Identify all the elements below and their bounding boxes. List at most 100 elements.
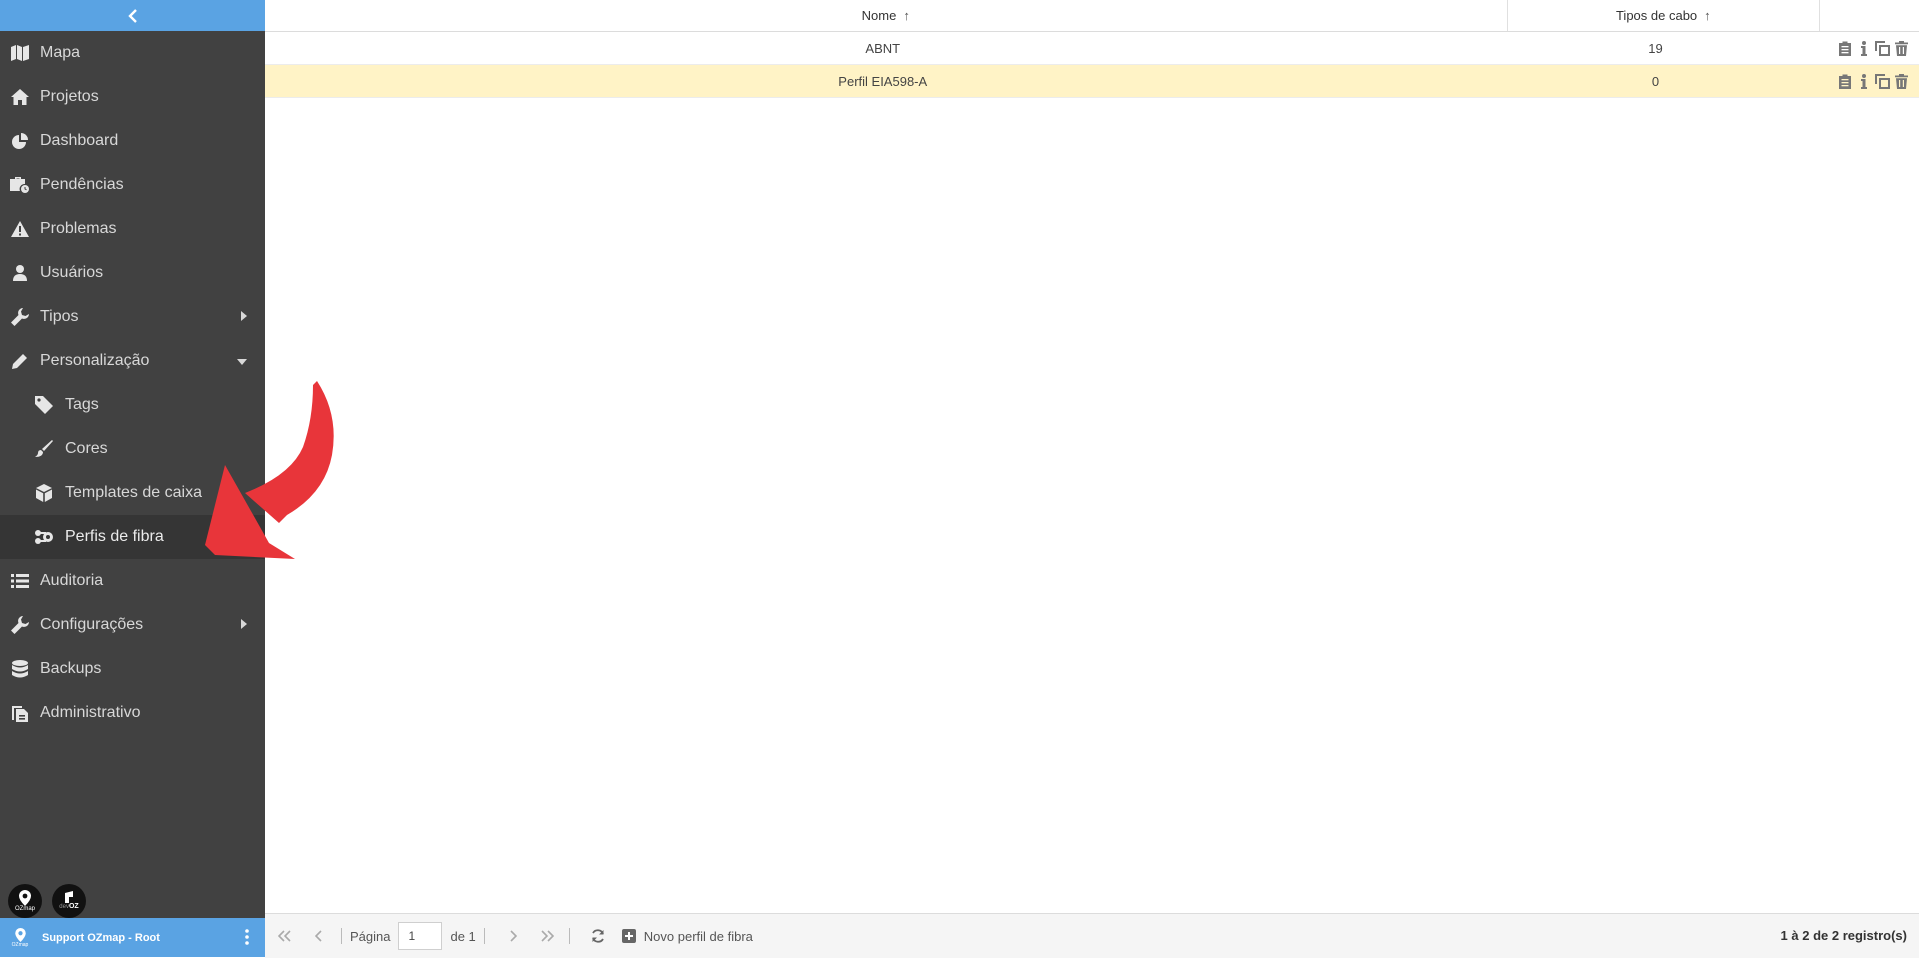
sidebar-item-projetos[interactable]: Projetos bbox=[0, 75, 265, 119]
separator bbox=[483, 928, 485, 944]
home-icon bbox=[9, 87, 31, 107]
chevron-left-icon bbox=[315, 930, 322, 942]
sidebar-item-administrativo[interactable]: Administrativo bbox=[0, 691, 265, 735]
wrench-icon bbox=[9, 615, 31, 635]
pencil-icon bbox=[9, 351, 31, 371]
sidebar-item-pendencias[interactable]: Pendências bbox=[0, 163, 265, 207]
main-content: Nome ↑ Tipos de cabo ↑ ABNT 19 Perfil EI… bbox=[265, 0, 1919, 957]
sidebar-item-label: Pendências bbox=[40, 176, 124, 193]
info-icon[interactable] bbox=[1856, 73, 1871, 89]
cell-tipos-de-cabo: 19 bbox=[1648, 40, 1663, 56]
trash-icon[interactable] bbox=[1894, 73, 1909, 89]
sidebar-item-tags[interactable]: Tags bbox=[0, 383, 265, 427]
devoz-logo[interactable]: devOZ bbox=[52, 884, 86, 918]
column-header-actions bbox=[1820, 0, 1919, 31]
sidebar-item-label: Templates de caixa bbox=[65, 484, 202, 501]
page-number-input[interactable] bbox=[398, 922, 443, 950]
double-chevron-left-icon bbox=[278, 930, 291, 942]
briefcase-clock-icon bbox=[9, 175, 31, 195]
copy-icon[interactable] bbox=[1875, 40, 1890, 56]
caret-right-icon bbox=[241, 308, 247, 326]
column-header-label: Nome bbox=[861, 8, 897, 23]
map-icon bbox=[9, 43, 31, 63]
chevron-left-icon bbox=[127, 8, 137, 23]
sidebar-item-label: Auditoria bbox=[40, 572, 104, 589]
sidebar-item-personalizacao[interactable]: Personalização bbox=[0, 339, 265, 383]
table-row[interactable]: ABNT 19 bbox=[265, 32, 1919, 65]
separator bbox=[568, 928, 570, 944]
collapse-sidebar-button[interactable] bbox=[0, 0, 265, 31]
sidebar-item-configuracoes[interactable]: Configurações bbox=[0, 603, 265, 647]
sidebar-item-mapa[interactable]: Mapa bbox=[0, 31, 265, 75]
last-page-button[interactable] bbox=[533, 922, 561, 950]
sidebar-item-label: Mapa bbox=[40, 44, 81, 61]
double-chevron-right-icon bbox=[541, 930, 554, 942]
sidebar-item-label: Cores bbox=[65, 440, 108, 457]
first-page-button[interactable] bbox=[271, 922, 299, 950]
user-name: Support OZmap - Root bbox=[42, 931, 160, 944]
sidebar-item-backups[interactable]: Backups bbox=[0, 647, 265, 691]
sidebar-item-label: Usuários bbox=[40, 264, 104, 281]
logos: OZmap devOZ bbox=[8, 884, 86, 918]
sort-asc-icon: ↑ bbox=[1704, 8, 1711, 23]
column-header-nome[interactable]: Nome ↑ bbox=[265, 0, 1508, 31]
tag-icon bbox=[33, 395, 55, 415]
row-actions bbox=[1811, 65, 1919, 97]
sidebar-menu: Mapa Projetos Dashboard Pendências Probl… bbox=[0, 31, 265, 735]
devoz-logo-text: devOZ bbox=[59, 903, 79, 910]
clipboard-icon bbox=[9, 703, 31, 723]
sidebar-item-auditoria[interactable]: Auditoria bbox=[0, 559, 265, 603]
pie-chart-icon bbox=[9, 131, 31, 151]
sidebar-item-templates-de-caixa[interactable]: Templates de caixa bbox=[0, 471, 265, 515]
kebab-menu-icon[interactable] bbox=[245, 929, 249, 948]
clipboard-icon[interactable] bbox=[1837, 40, 1852, 56]
sidebar-item-label: Dashboard bbox=[40, 132, 119, 149]
sidebar-item-label: Personalização bbox=[40, 352, 150, 369]
cube-icon bbox=[33, 483, 55, 503]
clipboard-icon[interactable] bbox=[1837, 73, 1852, 89]
map-pin-icon bbox=[14, 927, 26, 942]
sidebar-item-perfis-de-fibra[interactable]: Perfis de fibra bbox=[0, 515, 265, 559]
map-pin-icon bbox=[19, 889, 31, 906]
sidebar-item-tipos[interactable]: Tipos bbox=[0, 295, 265, 339]
separator bbox=[341, 928, 342, 944]
new-fiber-profile-button[interactable]: Novo perfil de fibra bbox=[621, 928, 753, 944]
user-bar[interactable]: OZmap Support OZmap - Root bbox=[0, 918, 265, 957]
sidebar-item-label: Backups bbox=[40, 660, 102, 677]
refresh-icon bbox=[591, 929, 604, 943]
user-pin: OZmap bbox=[10, 927, 30, 948]
user-pin-label: OZmap bbox=[11, 941, 29, 948]
sidebar-item-label: Tipos bbox=[40, 308, 79, 325]
table-row[interactable]: Perfil EIA598-A 0 bbox=[265, 65, 1919, 98]
sidebar-item-problemas[interactable]: Problemas bbox=[0, 207, 265, 251]
ozmap-logo[interactable]: OZmap bbox=[8, 884, 42, 918]
sidebar-item-cores[interactable]: Cores bbox=[0, 427, 265, 471]
new-fiber-profile-label: Novo perfil de fibra bbox=[643, 928, 753, 944]
previous-page-button[interactable] bbox=[305, 922, 333, 950]
chevron-right-icon bbox=[510, 930, 517, 942]
sidebar-item-label: Tags bbox=[65, 396, 99, 413]
caret-down-icon bbox=[237, 352, 247, 370]
brush-icon bbox=[33, 439, 55, 459]
trash-icon[interactable] bbox=[1894, 40, 1909, 56]
sidebar-item-dashboard[interactable]: Dashboard bbox=[0, 119, 265, 163]
page-total-label: de 1 bbox=[450, 928, 476, 944]
sidebar-item-label: Configurações bbox=[40, 616, 144, 633]
copy-icon[interactable] bbox=[1875, 73, 1890, 89]
wrench-icon bbox=[9, 307, 31, 327]
column-header-tipos-de-cabo[interactable]: Tipos de cabo ↑ bbox=[1508, 0, 1821, 31]
table-header: Nome ↑ Tipos de cabo ↑ bbox=[265, 0, 1919, 32]
sort-asc-icon: ↑ bbox=[903, 8, 910, 23]
user-icon bbox=[9, 263, 31, 283]
column-header-label: Tipos de cabo bbox=[1615, 8, 1698, 23]
devoz-mark-icon bbox=[65, 891, 73, 903]
info-icon[interactable] bbox=[1856, 40, 1871, 56]
cell-tipos-de-cabo: 0 bbox=[1651, 73, 1660, 89]
caret-right-icon bbox=[241, 616, 247, 634]
refresh-button[interactable] bbox=[584, 922, 612, 950]
sidebar-item-label: Projetos bbox=[40, 88, 99, 105]
plus-square-icon bbox=[621, 929, 636, 943]
list-icon bbox=[9, 571, 31, 591]
sidebar-item-usuarios[interactable]: Usuários bbox=[0, 251, 265, 295]
next-page-button[interactable] bbox=[499, 922, 527, 950]
